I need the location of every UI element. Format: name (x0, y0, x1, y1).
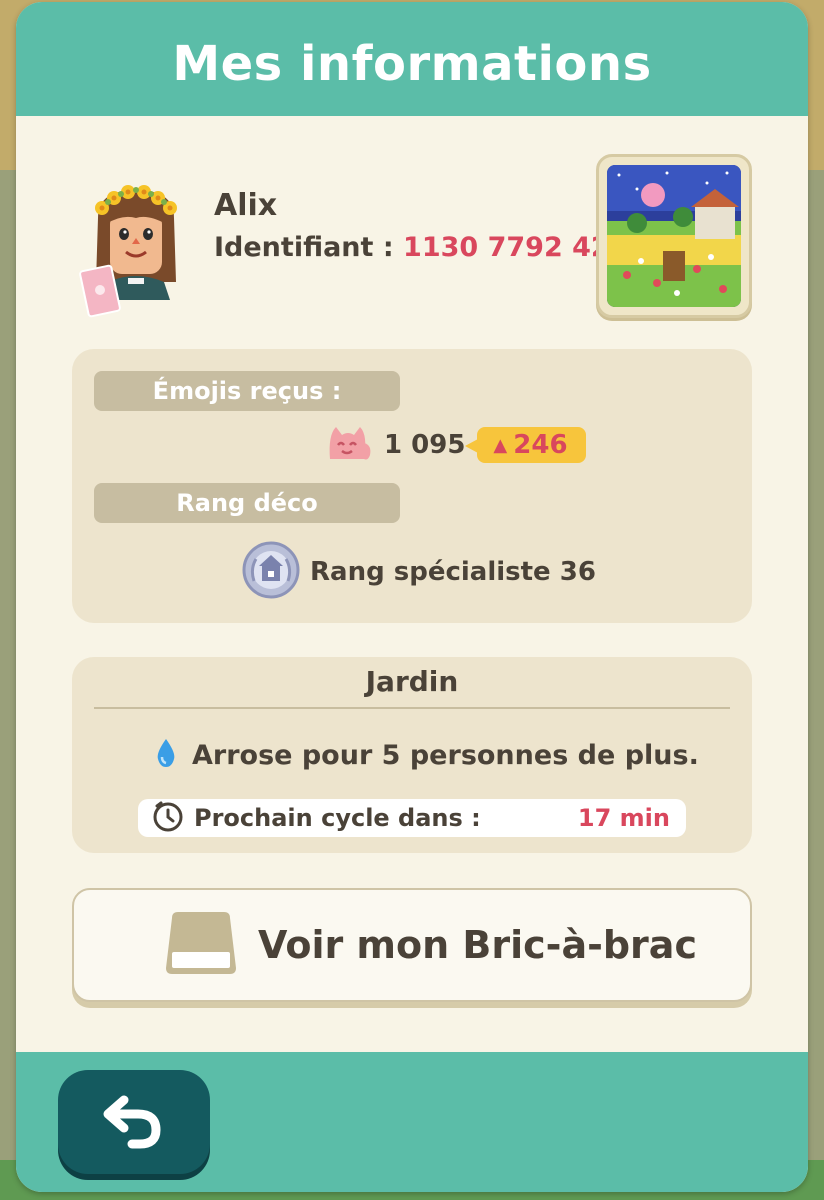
storage-box-icon (164, 908, 238, 982)
emoji-received-row: 1 095 ▲ 246 (326, 423, 586, 467)
friend-id-value: 1130 7792 422 (403, 232, 629, 263)
avatar (78, 178, 194, 318)
water-drop-icon (154, 737, 178, 773)
deco-rank-text: Rang spécialiste 36 (310, 557, 596, 587)
garden-title: Jardin (365, 665, 459, 698)
view-storage-button[interactable]: Voir mon Bric-à-brac (72, 888, 752, 1002)
emoji-delta-badge: ▲ 246 (465, 427, 586, 463)
water-text: Arrose pour 5 personnes de plus. (192, 739, 699, 771)
info-panel: Mes informations Alix Identifiant: 1130… (16, 2, 808, 1192)
campsite-thumbnail[interactable] (596, 154, 752, 318)
panel-header: Mes informations (16, 2, 808, 116)
timer-icon (152, 800, 184, 836)
next-cycle-label: Prochain cycle dans : (194, 804, 481, 832)
deco-rank-row: Rang spécialiste 36 (242, 541, 596, 603)
view-storage-label: Voir mon Bric-à-brac (258, 923, 697, 967)
emojis-label: Émojis reçus : (94, 371, 400, 411)
cat-emoji-icon (326, 423, 372, 467)
house-medal-icon (242, 541, 300, 603)
garden-divider (94, 707, 730, 709)
garden-card: Jardin Arrose pour 5 personnes de plus. … (72, 657, 752, 853)
water-row: Arrose pour 5 personnes de plus. (154, 737, 699, 773)
deco-rank-label: Rang déco (94, 483, 400, 523)
back-arrow-icon (102, 1090, 166, 1154)
next-cycle-bar: Prochain cycle dans : 17 min (138, 799, 686, 837)
up-arrow-icon: ▲ (493, 434, 508, 456)
friend-id-label: Identifiant : (214, 232, 404, 263)
user-name: Alix (214, 188, 278, 223)
emoji-count: 1 095 (384, 430, 466, 460)
page-title: Mes informations (172, 36, 652, 92)
next-cycle-value: 17 min (577, 804, 670, 832)
back-button[interactable] (58, 1070, 210, 1174)
emoji-delta-value: 246 (513, 430, 568, 460)
friend-id-row: Identifiant : 1130 7792 422 (214, 232, 628, 263)
stats-card: Émojis reçus : 1 095 ▲ 246 Rang déco Ran… (72, 349, 752, 623)
